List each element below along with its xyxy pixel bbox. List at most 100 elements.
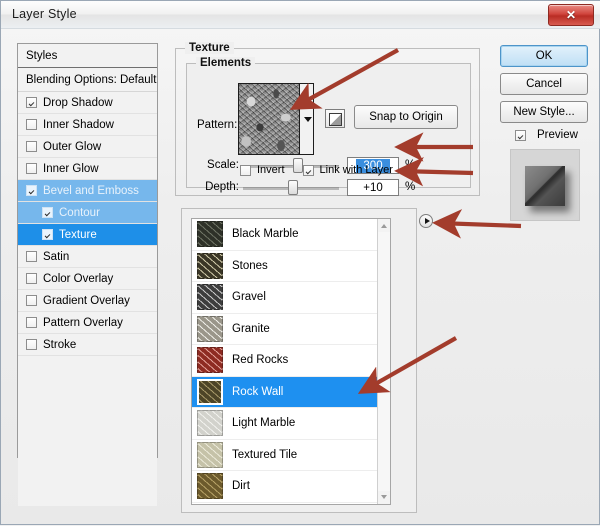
pattern-item-label: Black Marble <box>232 228 299 241</box>
checkbox[interactable] <box>26 295 37 306</box>
style-row-outer-glow[interactable]: Outer Glow <box>18 136 157 158</box>
checkbox[interactable] <box>26 97 37 108</box>
pattern-item[interactable]: Rock Wall <box>192 376 377 408</box>
texture-group: Texture Elements Pattern: Snap to Origin… <box>175 42 480 196</box>
pattern-item-label: Light Marble <box>232 417 296 430</box>
scroll-down-icon[interactable] <box>378 491 390 504</box>
style-row-texture[interactable]: Texture <box>18 224 157 246</box>
pattern-item[interactable]: Light Marble <box>192 408 377 440</box>
scale-label: Scale: <box>207 159 239 171</box>
pattern-item[interactable]: Granite <box>192 313 377 345</box>
checkbox[interactable] <box>26 273 37 284</box>
link-with-layer-label: Link with Layer <box>319 164 393 176</box>
pattern-thumbnail <box>197 473 223 500</box>
checkbox[interactable] <box>26 317 37 328</box>
style-row-label: Inner Shadow <box>43 118 114 131</box>
style-row-contour[interactable]: Contour <box>18 202 157 224</box>
pattern-item[interactable]: Red Rocks <box>192 345 377 377</box>
style-row-label: Bevel and Emboss <box>43 184 139 197</box>
depth-input-value: +10 <box>363 181 383 194</box>
close-icon: ✕ <box>565 8 577 22</box>
style-row-drop-shadow[interactable]: Drop Shadow <box>18 92 157 114</box>
depth-input[interactable]: +10 <box>347 179 399 196</box>
snap-to-origin-button[interactable]: Snap to Origin <box>354 105 458 129</box>
pattern-item[interactable]: Stones <box>192 250 377 282</box>
pattern-item[interactable]: Gravel <box>192 282 377 314</box>
preview-label: Preview <box>537 129 578 141</box>
new-style-button[interactable]: New Style... <box>500 101 588 123</box>
style-row-label: Pattern Overlay <box>43 316 123 329</box>
style-row-label: Satin <box>43 250 70 263</box>
arrow-to-options-menu <box>432 209 522 239</box>
preview-checkbox[interactable]: Preview <box>515 129 578 141</box>
styles-panel-header: Styles <box>18 44 157 68</box>
pattern-item-label: Stones <box>232 259 268 272</box>
pattern-thumbnail <box>197 410 223 437</box>
style-row-satin[interactable]: Satin <box>18 246 157 268</box>
checkbox[interactable] <box>26 119 37 130</box>
checkbox[interactable] <box>42 207 53 218</box>
pattern-picker[interactable] <box>238 83 314 155</box>
link-with-layer-checkbox[interactable]: Link with Layer <box>302 164 393 176</box>
style-row-color-overlay[interactable]: Color Overlay <box>18 268 157 290</box>
style-row-label: Color Overlay <box>43 272 114 285</box>
preview-chip <box>525 166 565 206</box>
pattern-list-items: Black Marble Stones Gravel Granite Red Rocks… <box>192 219 377 503</box>
styles-list: Drop Shadow Inner Shadow Outer Glow Inner G… <box>18 92 157 356</box>
style-row-label: Texture <box>59 228 97 241</box>
style-row-inner-shadow[interactable]: Inner Shadow <box>18 114 157 136</box>
style-row-label: Outer Glow <box>43 140 102 153</box>
style-row-label: Drop Shadow <box>43 96 113 109</box>
checkbox[interactable] <box>26 339 37 350</box>
checkbox[interactable] <box>26 185 37 196</box>
pattern-list-scrollbar[interactable] <box>377 219 390 504</box>
elements-group-title: Elements <box>196 57 256 69</box>
texture-toggles: Invert Link with Layer <box>240 164 407 176</box>
layer-style-dialog: Layer Style ✕ Styles Blending Options: D… <box>0 0 600 525</box>
style-row-label: Contour <box>59 206 100 219</box>
style-row-inner-glow[interactable]: Inner Glow <box>18 158 157 180</box>
scroll-up-icon[interactable] <box>378 219 390 232</box>
pattern-item[interactable]: Textured Tile <box>192 439 377 471</box>
pattern-list-panel: Black Marble Stones Gravel Granite Red Rocks… <box>181 208 417 513</box>
pattern-item-label: Rock Wall <box>232 385 284 398</box>
preview-thumbnail <box>510 149 580 221</box>
checkbox[interactable] <box>26 251 37 262</box>
pattern-item-label: Dirt <box>232 480 250 493</box>
ok-button[interactable]: OK <box>500 45 588 67</box>
close-button[interactable]: ✕ <box>548 4 594 26</box>
style-row-pattern-overlay[interactable]: Pattern Overlay <box>18 312 157 334</box>
depth-label: Depth: <box>205 181 239 193</box>
styles-panel: Styles Blending Options: Default Drop Sh… <box>17 43 158 506</box>
new-preset-button[interactable] <box>325 109 345 128</box>
style-row-label: Stroke <box>43 338 77 351</box>
invert-label: Invert <box>257 164 285 176</box>
checkbox[interactable] <box>42 229 53 240</box>
style-row-bevel-and-emboss[interactable]: Bevel and Emboss <box>18 180 157 202</box>
texture-group-title: Texture <box>185 42 234 54</box>
pattern-item-label: Granite <box>232 322 270 335</box>
invert-checkbox-box <box>240 164 251 176</box>
style-row-label: Inner Glow <box>43 162 99 175</box>
cancel-button[interactable]: Cancel <box>500 73 588 95</box>
checkbox[interactable] <box>26 141 37 152</box>
pattern-thumbnail <box>197 347 223 374</box>
chevron-down-icon[interactable] <box>299 84 313 154</box>
style-row-gradient-overlay[interactable]: Gradient Overlay <box>18 290 157 312</box>
pattern-options-menu-icon[interactable] <box>419 214 433 228</box>
link-with-layer-checkbox-box <box>302 164 314 176</box>
pattern-thumbnail <box>197 284 223 311</box>
pattern-label: Pattern: <box>197 119 238 131</box>
checkbox[interactable] <box>26 163 37 174</box>
pattern-thumbnail <box>197 221 223 248</box>
style-row-stroke[interactable]: Stroke <box>18 334 157 356</box>
depth-slider-thumb[interactable] <box>287 180 298 195</box>
pattern-item-label: Red Rocks <box>232 354 289 367</box>
elements-group: Elements Pattern: Snap to Origin Scale: … <box>186 57 471 196</box>
blending-options-row[interactable]: Blending Options: Default <box>18 68 157 92</box>
invert-checkbox[interactable]: Invert <box>240 164 285 176</box>
pattern-item[interactable]: Black Marble <box>192 219 377 251</box>
pattern-item[interactable]: Dirt <box>192 471 377 503</box>
title-bar: Layer Style ✕ <box>1 1 600 29</box>
pattern-thumbnail <box>197 378 223 405</box>
